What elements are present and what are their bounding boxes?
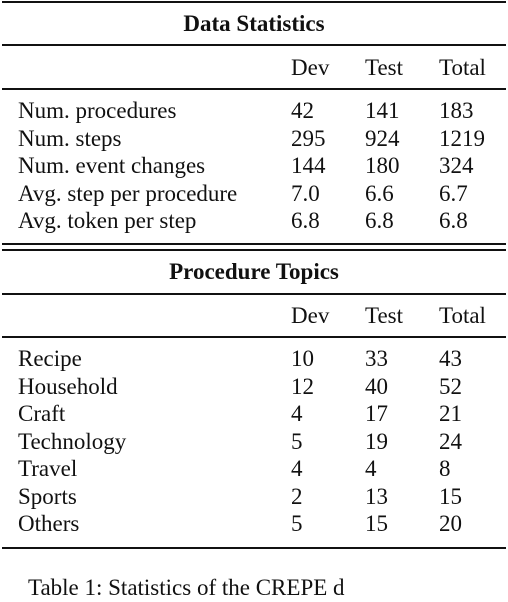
cell-dev: 6.8: [291, 208, 320, 233]
header-row: Dev Test Total: [0, 54, 508, 82]
bottom-rule: [2, 547, 506, 549]
column-header-dev: Dev: [291, 55, 330, 80]
table-row: Recipe 10 33 43: [0, 345, 508, 373]
cell-test: 924: [365, 125, 400, 151]
table-row: Travel 4 4 8: [0, 455, 508, 483]
column-header-test: Test: [365, 303, 403, 328]
cell-test: 17: [365, 401, 388, 426]
cell-total: 20: [439, 511, 462, 536]
double-rule-upper: [2, 243, 506, 245]
table-row: Avg. step per procedure 7.0 6.6 6.7: [0, 180, 508, 208]
cell-total: 6.7: [439, 180, 468, 206]
header-row: Dev Test Total: [0, 302, 508, 330]
table-row: Others 5 15 20: [0, 510, 508, 538]
section-title-procedure-topics: Procedure Topics: [169, 259, 339, 284]
cell-test: 19: [365, 428, 388, 454]
top-rule: [2, 1, 506, 3]
cell-test: 40: [365, 373, 388, 399]
cell-total: 324: [439, 153, 474, 178]
cell-dev: 7.0: [291, 180, 320, 206]
cell-dev: 5: [291, 428, 303, 454]
row-label: Others: [18, 511, 80, 536]
section-title-rule: [2, 293, 506, 295]
column-header-total: Total: [439, 303, 486, 328]
cell-test: 13: [365, 483, 388, 509]
cell-total: 24: [439, 428, 462, 454]
section-title-data-statistics: Data Statistics: [183, 11, 325, 36]
cell-total: 6.8: [439, 208, 468, 233]
cell-total: 21: [439, 401, 462, 426]
cell-test: 180: [365, 153, 400, 178]
table-row: Avg. token per step 6.8 6.8 6.8: [0, 207, 508, 235]
cell-dev: 5: [291, 511, 303, 536]
cell-total: 15: [439, 483, 462, 509]
cell-dev: 10: [291, 346, 314, 371]
cell-test: 15: [365, 511, 388, 536]
row-label: Num. event changes: [18, 153, 206, 178]
cell-dev: 42: [291, 98, 314, 123]
cell-test: 141: [365, 98, 400, 123]
cell-total: 1219: [439, 125, 485, 151]
row-label: Sports: [18, 483, 77, 509]
cell-test: 4: [365, 456, 377, 481]
cell-total: 8: [439, 456, 451, 481]
row-label: Recipe: [18, 346, 82, 371]
row-label: Travel: [18, 456, 78, 481]
column-header-test: Test: [365, 55, 403, 80]
row-label: Num. procedures: [18, 98, 177, 123]
column-header-total: Total: [439, 55, 486, 80]
column-header-dev: Dev: [291, 303, 330, 328]
table-row: Sports 2 13 15: [0, 483, 508, 511]
table-row: Household 12 40 52: [0, 373, 508, 401]
cell-total: 43: [439, 346, 462, 371]
table-row: Technology 5 19 24: [0, 428, 508, 456]
row-label: Household: [18, 373, 118, 399]
double-rule-lower: [2, 249, 506, 251]
cell-dev: 295: [291, 125, 326, 151]
cell-dev: 4: [291, 401, 303, 426]
cell-dev: 144: [291, 153, 326, 178]
table-row: Num. steps 295 924 1219: [0, 125, 508, 153]
cell-dev: 4: [291, 456, 303, 481]
cell-test: 6.8: [365, 208, 394, 233]
cell-dev: 12: [291, 373, 314, 399]
cell-total: 52: [439, 373, 462, 399]
table-row: Num. event changes 144 180 324: [0, 152, 508, 180]
table-caption: Table 1: Statistics of the CREPE d: [28, 575, 345, 600]
header-rule: [2, 336, 506, 338]
section-title-rule: [2, 44, 506, 46]
table-row: Craft 4 17 21: [0, 400, 508, 428]
cell-total: 183: [439, 98, 474, 123]
row-label: Num. steps: [18, 125, 122, 151]
cell-dev: 2: [291, 483, 303, 509]
cell-test: 6.6: [365, 180, 394, 206]
row-label: Avg. step per procedure: [18, 180, 238, 206]
row-label: Technology: [18, 428, 127, 454]
header-rule: [2, 88, 506, 90]
cell-test: 33: [365, 346, 388, 371]
table-row: Num. procedures 42 141 183: [0, 97, 508, 125]
row-label: Avg. token per step: [18, 208, 197, 233]
row-label: Craft: [18, 401, 66, 426]
